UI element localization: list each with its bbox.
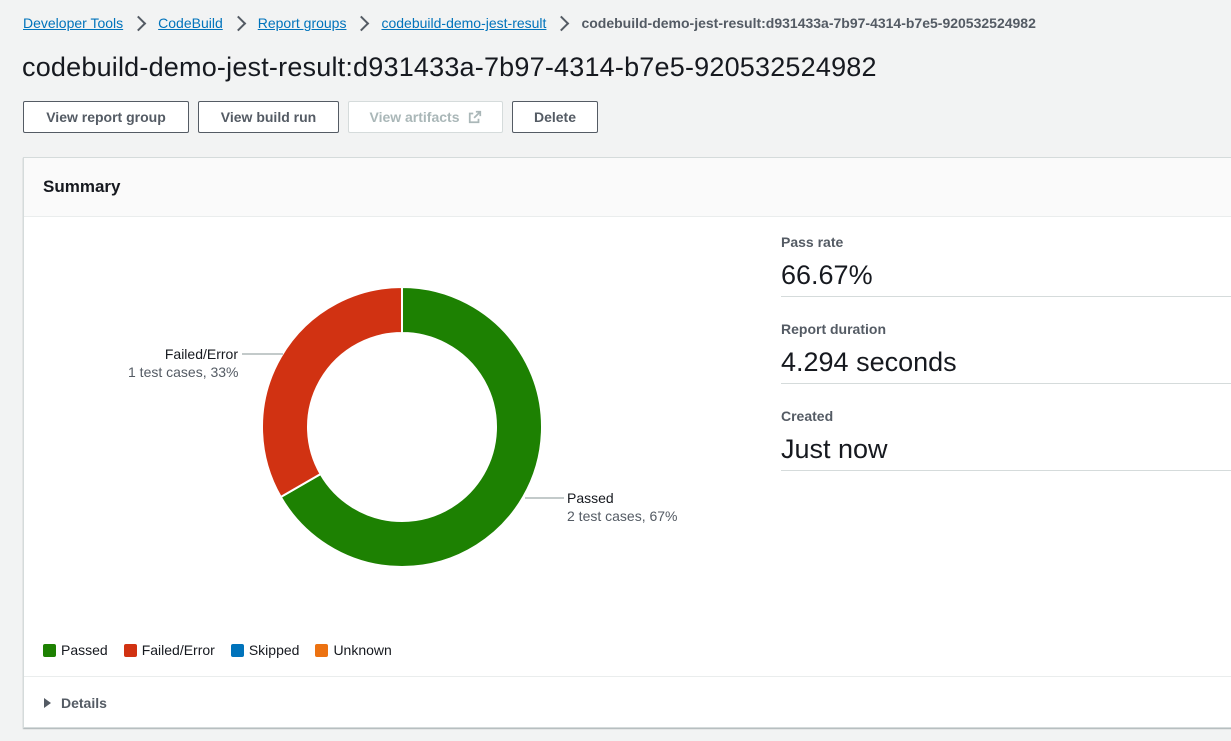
summary-header: Summary — [24, 158, 1231, 217]
metric-divider — [781, 383, 1231, 384]
page-title: codebuild-demo-jest-result:d931433a-7b97… — [22, 52, 877, 82]
details-label: Details — [61, 695, 107, 711]
donut-svg — [242, 285, 564, 568]
legend-item-unknown[interactable]: Unknown — [315, 642, 392, 658]
legend-label-unknown: Unknown — [333, 642, 392, 658]
metric-pass-rate: Pass rate 66.67% — [781, 234, 1231, 321]
metric-report-duration: Report duration 4.294 seconds — [781, 321, 1231, 408]
metric-created-label: Created — [781, 408, 834, 424]
legend-label-failed-error: Failed/Error — [141, 642, 215, 658]
chevron-right-icon — [130, 15, 147, 31]
chart-legend: Passed Failed/Error Skipped Unknown — [43, 642, 408, 658]
metric-created-value: Just now — [781, 434, 888, 464]
details-divider — [24, 676, 1231, 677]
legend-item-skipped[interactable]: Skipped — [230, 642, 300, 658]
legend-label-passed: Passed — [61, 642, 108, 658]
metric-pass-rate-value: 66.67% — [781, 260, 873, 290]
view-artifacts-button[interactable]: View artifacts — [348, 101, 503, 133]
legend-item-passed[interactable]: Passed — [43, 642, 108, 658]
label-failed-error: Failed/Error 1 test cases, 33% — [128, 345, 239, 381]
external-link-icon — [468, 110, 481, 124]
legend-swatch-skipped — [230, 643, 244, 657]
legend-swatch-failed-error — [123, 643, 137, 657]
metric-pass-rate-label: Pass rate — [781, 234, 844, 250]
view-artifacts-label: View artifacts — [369, 109, 460, 125]
label-failed-error-detail: 1 test cases, 33% — [128, 364, 239, 380]
label-passed-detail: 2 test cases, 67% — [567, 508, 678, 524]
view-report-group-button[interactable]: View report group — [23, 101, 189, 133]
label-passed-name: Passed — [567, 490, 614, 506]
metric-divider — [781, 296, 1231, 297]
breadcrumb-report-groups[interactable]: Report groups — [258, 15, 347, 31]
breadcrumb-codebuild[interactable]: CodeBuild — [158, 15, 223, 31]
caret-right-icon — [44, 698, 51, 708]
chevron-right-icon — [354, 15, 370, 31]
details-expander[interactable]: Details — [44, 695, 107, 711]
metric-report-duration-value: 4.294 seconds — [781, 347, 957, 377]
label-failed-error-name: Failed/Error — [164, 346, 238, 362]
summary-metrics: Pass rate 66.67% Report duration 4.294 s… — [781, 234, 1231, 495]
breadcrumb-current: codebuild-demo-jest-result:d931433a-7b97… — [581, 15, 1036, 31]
metric-divider — [781, 470, 1231, 471]
action-bar: View report group View build run View ar… — [23, 101, 607, 133]
summary-panel: Summary Failed/Error 1 test cases, 33% P… — [23, 157, 1231, 728]
breadcrumb-developer-tools[interactable]: Developer Tools — [23, 15, 123, 31]
chevron-right-icon — [554, 15, 570, 31]
test-results-donut-chart: Failed/Error 1 test cases, 33% Passed 2 … — [24, 216, 764, 636]
metric-created: Created Just now — [781, 408, 1231, 495]
delete-button[interactable]: Delete — [512, 101, 598, 133]
summary-title: Summary — [43, 177, 121, 196]
legend-label-skipped: Skipped — [248, 642, 300, 658]
chevron-right-icon — [230, 15, 247, 31]
donut-slice-failed-error[interactable] — [261, 285, 403, 499]
breadcrumb: Developer Tools CodeBuild Report groups … — [23, 13, 1036, 33]
breadcrumb-report-group[interactable]: codebuild-demo-jest-result — [381, 15, 546, 31]
legend-swatch-passed — [43, 643, 56, 657]
legend-item-failed-error[interactable]: Failed/Error — [123, 642, 215, 658]
legend-swatch-unknown — [315, 643, 329, 657]
metric-report-duration-label: Report duration — [781, 321, 886, 337]
view-build-run-button[interactable]: View build run — [198, 101, 339, 133]
label-passed: Passed 2 test cases, 67% — [567, 489, 678, 525]
